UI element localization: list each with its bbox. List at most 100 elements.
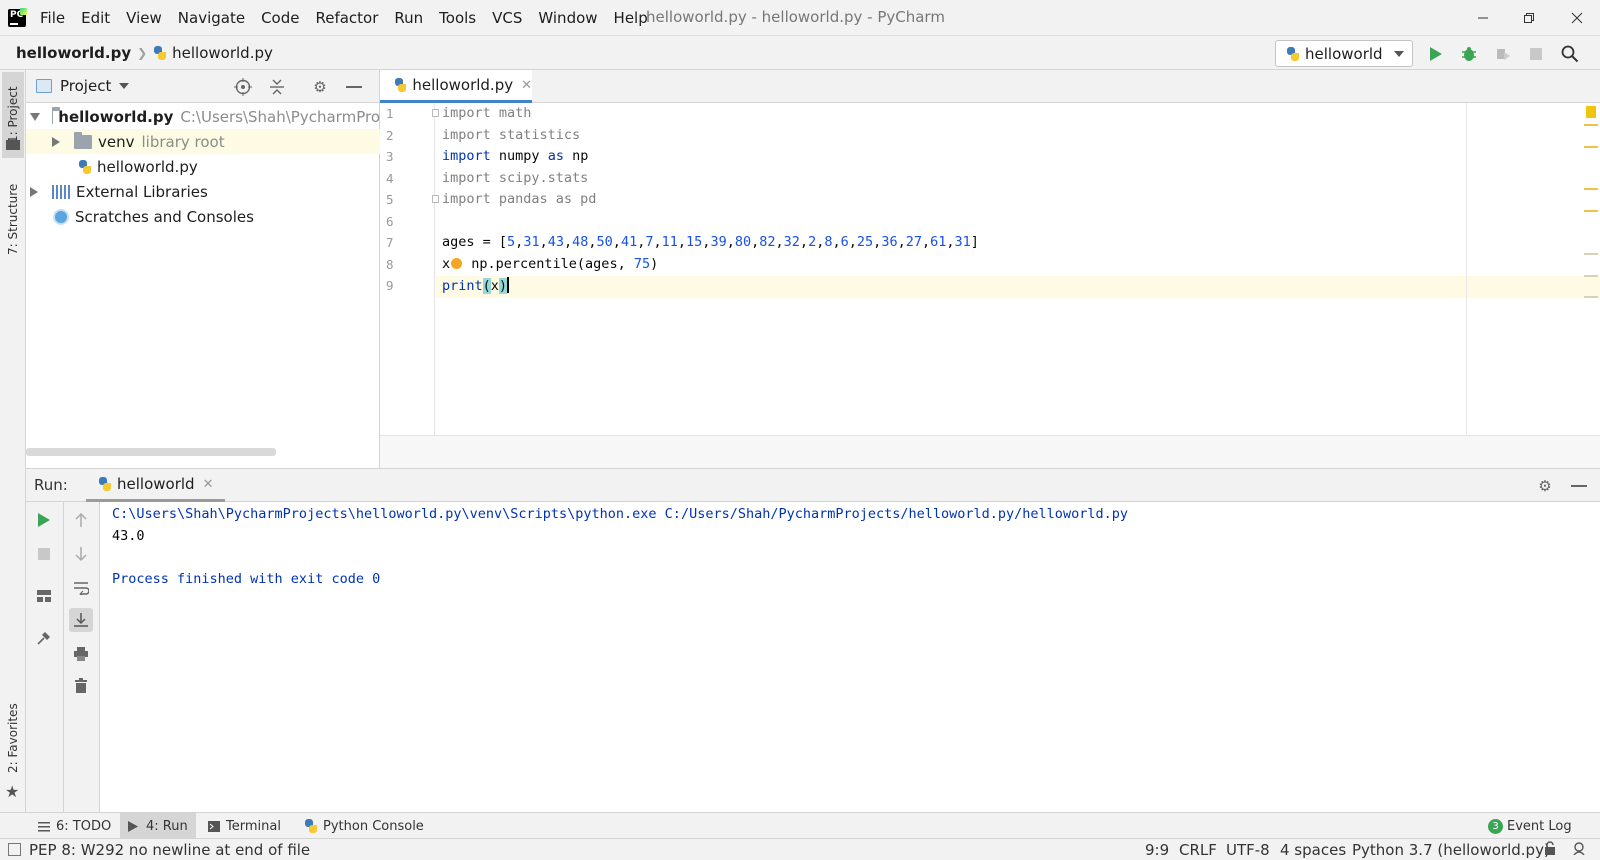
menu-window[interactable]: Window [530, 9, 605, 27]
warning-stripe[interactable] [1584, 275, 1598, 277]
menu-vcs[interactable]: VCS [484, 9, 530, 27]
print-icon[interactable] [69, 642, 93, 666]
breadcrumb-file-label: helloworld.py [172, 43, 273, 62]
todo-tool-button[interactable]: 6: TODO [30, 813, 119, 839]
collapse-all-icon[interactable] [268, 78, 286, 96]
close-tab-icon[interactable]: ✕ [203, 477, 214, 492]
tab-project-label: 1: Project [6, 86, 20, 144]
restore-layout-icon[interactable] [32, 584, 56, 608]
soft-wrap-icon[interactable] [69, 576, 93, 600]
warning-stripe[interactable] [1584, 253, 1598, 255]
tab-favorites[interactable]: 2: Favorites [2, 698, 24, 778]
warning-stripe[interactable] [1584, 146, 1598, 148]
lock-icon[interactable] [1544, 841, 1556, 859]
hide-panel-icon[interactable] [345, 78, 363, 96]
line-number: 4 [386, 171, 394, 186]
line-number: 3 [386, 149, 394, 164]
minimize-icon[interactable] [1460, 0, 1506, 35]
project-panel-title[interactable]: Project [60, 77, 111, 95]
menu-refactor[interactable]: Refactor [307, 9, 386, 27]
pin-icon[interactable] [32, 626, 56, 650]
line-number-gutter: 1 2 3 4 5 6 7 8 9 [380, 103, 435, 435]
breadcrumb-root[interactable]: helloworld.py [16, 44, 131, 62]
debug-button[interactable] [1459, 44, 1479, 64]
menu-run[interactable]: Run [386, 9, 431, 27]
stop-button[interactable] [1526, 44, 1546, 64]
horizontal-scrollbar[interactable] [26, 448, 276, 456]
menu-tools[interactable]: Tools [431, 9, 484, 27]
tool-window-bar: 6: TODO 4: Run Terminal Python Console 3… [0, 812, 1600, 839]
run-tab-helloworld[interactable]: helloworld ✕ [86, 469, 226, 502]
run-configuration-dropdown[interactable]: helloworld [1275, 40, 1413, 67]
restore-icon[interactable] [1506, 0, 1552, 35]
fold-marker-icon[interactable] [432, 109, 439, 117]
todo-label: 6: TODO [56, 818, 112, 834]
caret-position[interactable]: 9:9 [1145, 841, 1169, 859]
menu-navigate[interactable]: Navigate [170, 9, 253, 27]
scroll-down-icon[interactable] [69, 542, 93, 566]
list-icon [38, 821, 50, 831]
close-window-icon[interactable] [1554, 0, 1600, 35]
scroll-up-icon[interactable] [69, 508, 93, 532]
event-log-button[interactable]: 3 Event Log [1480, 813, 1580, 839]
code-line-3: import numpy as np [442, 148, 589, 164]
inspection-widget-icon[interactable] [1586, 106, 1596, 118]
file-encoding[interactable]: UTF-8 [1226, 841, 1270, 859]
search-icon[interactable] [1560, 44, 1580, 64]
run-tool-button[interactable]: 4: Run [120, 813, 196, 839]
menu-view[interactable]: View [118, 9, 170, 27]
locate-icon[interactable] [234, 78, 252, 96]
run-panel: Run: helloworld ✕ ⚙ C:\Users\Shah\Pychar… [26, 468, 1600, 813]
fold-marker-icon[interactable] [432, 195, 439, 203]
expanded-arrow-icon[interactable] [30, 112, 40, 121]
terminal-tool-button[interactable]: Terminal [200, 813, 289, 839]
menu-file[interactable]: File [32, 9, 73, 27]
gear-icon[interactable]: ⚙ [311, 78, 329, 96]
console-output[interactable]: C:\Users\Shah\PycharmProjects\helloworld… [112, 502, 1128, 587]
intention-bulb-icon[interactable] [451, 258, 463, 269]
run-button[interactable] [1426, 44, 1446, 64]
python-interpreter[interactable]: Python 3.7 (helloworld.py) [1352, 841, 1550, 859]
warning-stripe[interactable] [1584, 296, 1598, 298]
trash-icon[interactable] [69, 674, 93, 698]
tree-item-path: C:\Users\Shah\PycharmPro [180, 107, 380, 126]
project-panel-header: Project ⚙ [26, 70, 379, 103]
tree-item-scratches[interactable]: Scratches and Consoles [26, 204, 380, 229]
title-bar: File Edit View Navigate Code Refactor Ru… [0, 0, 1600, 35]
menu-code[interactable]: Code [253, 9, 307, 27]
collapsed-arrow-icon[interactable] [30, 186, 38, 197]
warning-stripe[interactable] [1584, 124, 1598, 126]
collapsed-arrow-icon[interactable] [52, 136, 60, 147]
close-tab-icon[interactable]: ✕ [521, 78, 532, 93]
libraries-icon [52, 184, 70, 199]
line-separator[interactable]: CRLF [1179, 841, 1217, 859]
run-panel-label: Run: [34, 476, 68, 494]
tree-item-external-libraries[interactable]: External Libraries [26, 179, 380, 204]
warning-stripe[interactable] [1584, 188, 1598, 190]
toolbar-divider [63, 502, 64, 813]
python-console-tool-button[interactable]: Python Console [296, 813, 432, 839]
event-log-label: Event Log [1507, 818, 1572, 834]
tab-structure[interactable]: 7: Structure [2, 174, 24, 264]
warning-stripe[interactable] [1584, 210, 1598, 212]
inspector-icon[interactable] [1572, 841, 1586, 859]
status-message[interactable]: PEP 8: W292 no newline at end of file [8, 841, 310, 859]
tree-item-venv[interactable]: venv library root [26, 129, 380, 154]
rerun-button[interactable] [32, 508, 56, 532]
editor-tab-helloworld[interactable]: helloworld.py ✕ [380, 70, 532, 103]
line-number: 1 [386, 106, 394, 121]
scroll-to-end-icon[interactable] [69, 608, 93, 632]
run-with-coverage-button[interactable] [1493, 44, 1513, 64]
line-number: 9 [386, 278, 394, 293]
tree-item-project-root[interactable]: helloworld.py C:\Users\Shah\PycharmPro [26, 104, 380, 129]
hide-panel-icon[interactable] [1570, 477, 1588, 495]
code-area[interactable]: import math import statistics import num… [432, 103, 1600, 435]
menu-edit[interactable]: Edit [73, 9, 118, 27]
stop-button[interactable] [32, 542, 56, 566]
python-console-label: Python Console [323, 818, 424, 834]
indent-setting[interactable]: 4 spaces [1280, 841, 1346, 859]
tree-item-helloworld-file[interactable]: helloworld.py [26, 154, 380, 179]
breadcrumb-file[interactable]: helloworld.py [153, 44, 273, 62]
chevron-down-icon[interactable] [119, 83, 130, 89]
gear-icon[interactable]: ⚙ [1536, 477, 1554, 495]
